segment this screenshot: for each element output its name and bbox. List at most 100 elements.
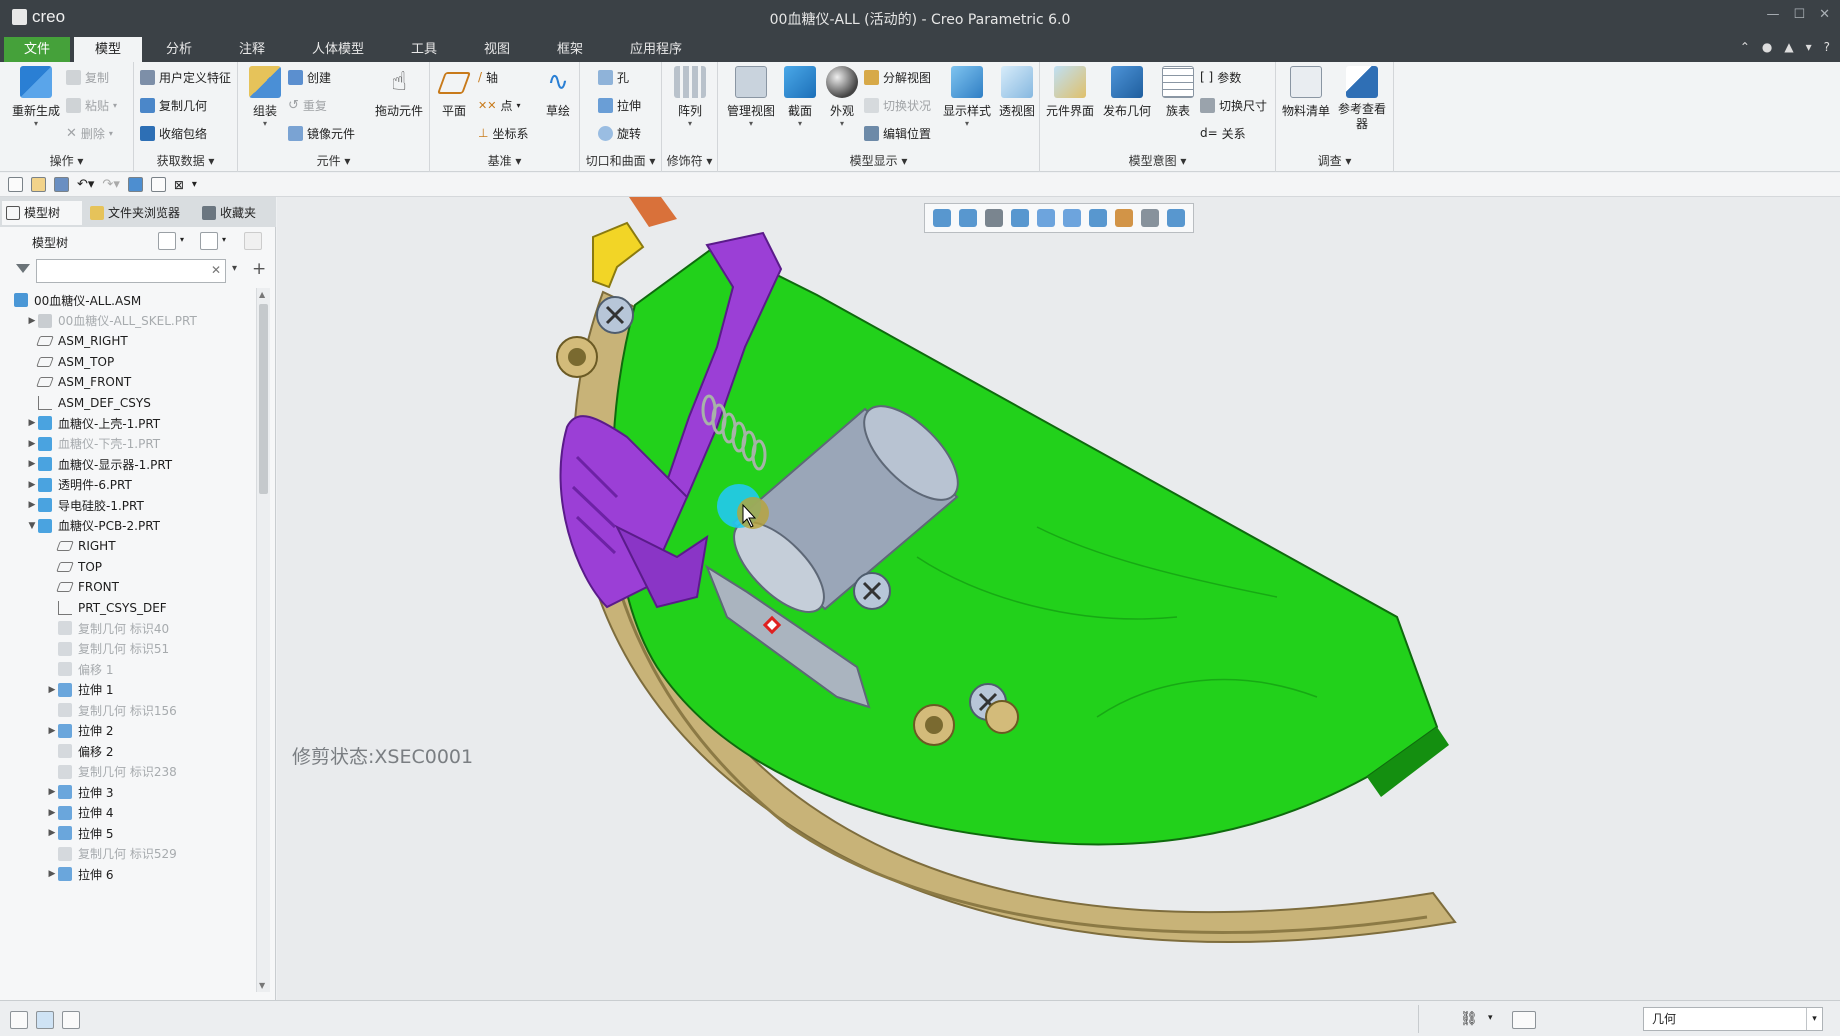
minimize-icon[interactable]: — [1766, 7, 1779, 22]
expand-toggle-icon[interactable]: ▼ [26, 521, 38, 531]
paste-button[interactable]: 粘贴 ▾ [66, 94, 117, 116]
switch-dimensions-button[interactable]: 切换尺寸 [1200, 94, 1267, 116]
point-button[interactable]: ✕✕ 点 ▾ [478, 94, 520, 116]
plane-button[interactable]: 平面 [434, 66, 474, 119]
toggle-navigator-icon[interactable] [10, 1011, 28, 1029]
chevron-down-icon[interactable]: ▾ [180, 235, 184, 244]
scroll-down-icon[interactable]: ▼ [259, 981, 265, 990]
selection-buffer-icon[interactable] [1512, 1011, 1536, 1029]
tab-framework[interactable]: 框架 [540, 37, 600, 62]
expand-toggle-icon[interactable]: ▶ [46, 869, 58, 879]
group-label-investigate[interactable]: 调查 ▾ [1276, 152, 1393, 169]
csys-button[interactable]: ⊥ 坐标系 [478, 122, 528, 144]
expand-toggle-icon[interactable]: ▶ [26, 480, 38, 490]
repaint-icon[interactable] [1011, 209, 1029, 227]
tree-item[interactable]: ▶ 拉伸 6 [0, 862, 256, 886]
annotation-display-icon[interactable] [1167, 209, 1185, 227]
appearance-button[interactable]: 外观 ▾ [822, 66, 862, 128]
open-folder-icon[interactable] [31, 177, 46, 192]
tab-model-tree[interactable]: 模型树 [2, 201, 82, 225]
mirror-component-button[interactable]: 镜像元件 [288, 122, 355, 144]
delete-button[interactable]: ✕ 删除 ▾ [66, 122, 113, 144]
view-manager-icon[interactable] [1089, 209, 1107, 227]
group-label-datum[interactable]: 基准 ▾ [430, 152, 579, 169]
group-label-cut-surface[interactable]: 切口和曲面 ▾ [580, 152, 661, 169]
chevron-down-icon[interactable]: ▾ [1488, 1013, 1493, 1023]
family-table-button[interactable]: 族表 [1158, 66, 1198, 119]
close-window-icon[interactable]: ⊠ [174, 178, 184, 192]
chevron-down-icon[interactable]: ▾ [222, 235, 226, 244]
new-file-icon[interactable] [8, 177, 23, 192]
udf-button[interactable]: 用户定义特征 [140, 66, 231, 88]
expand-toggle-icon[interactable]: ▶ [46, 787, 58, 797]
extrude-button[interactable]: 拉伸 [598, 94, 641, 116]
expand-toggle-icon[interactable]: ▶ [26, 316, 38, 326]
help-icon[interactable]: ? [1824, 40, 1830, 54]
tree-settings-icon[interactable] [158, 232, 176, 250]
zoom-in-icon[interactable] [933, 209, 951, 227]
clear-search-icon[interactable]: ✕ [211, 263, 221, 277]
expand-toggle-icon[interactable]: ▶ [26, 500, 38, 510]
perspective-button[interactable]: 透视图 [996, 66, 1038, 119]
edit-position-button[interactable]: 编辑位置 [864, 122, 931, 144]
group-label-modifiers[interactable]: 修饰符 ▾ [662, 152, 717, 169]
windows-icon[interactable] [150, 177, 166, 192]
axis-button[interactable]: / 轴 [478, 66, 498, 88]
explode-view-button[interactable]: 分解视图 [864, 66, 931, 88]
expand-toggle-icon[interactable]: ▶ [26, 459, 38, 469]
model-tree-scrollbar[interactable]: ▲ ▼ [256, 288, 270, 992]
collapse-ribbon-icon[interactable]: ⌃ [1740, 40, 1750, 54]
repeat-button[interactable]: ↺ 重复 [288, 94, 327, 116]
close-icon[interactable]: ✕ [1819, 7, 1830, 22]
spin-center-icon[interactable] [1141, 209, 1159, 227]
tab-folder-browser[interactable]: 文件夹浏览器 [86, 201, 194, 225]
relations-button[interactable]: d= 关系 [1200, 122, 1246, 144]
model-viewport[interactable] [277, 197, 1840, 1000]
assemble-button[interactable]: 组装 ▾ [242, 66, 288, 128]
expand-toggle-icon[interactable]: ▶ [46, 726, 58, 736]
tab-analysis[interactable]: 分析 [150, 37, 208, 62]
redo-icon[interactable]: ↷▾ [102, 177, 119, 192]
add-icon[interactable]: + [252, 259, 266, 279]
toggle-status-button[interactable]: 切换状况 [864, 94, 931, 116]
shrinkwrap-button[interactable]: 收缩包络 [140, 122, 207, 144]
find-icon[interactable]: ⛓ [1460, 1011, 1478, 1029]
drag-component-button[interactable]: ☝ 拖动元件 [370, 66, 428, 119]
save-icon[interactable] [54, 177, 69, 192]
expand-toggle-icon[interactable]: ▶ [46, 685, 58, 695]
copy-button[interactable]: 复制 [66, 66, 109, 88]
tree-search-input[interactable] [36, 259, 226, 283]
bom-button[interactable]: 物料清单 [1280, 66, 1332, 119]
group-label-model-display[interactable]: 模型显示 ▾ [718, 152, 1039, 169]
tab-file[interactable]: 文件 [4, 37, 70, 62]
component-interface-button[interactable]: 元件界面 [1044, 66, 1096, 119]
datum-display-icon[interactable] [1115, 209, 1133, 227]
search-options-icon[interactable]: ▾ [232, 263, 237, 274]
tab-model[interactable]: 模型 [74, 37, 142, 62]
refit-icon[interactable] [985, 209, 1003, 227]
expand-toggle-icon[interactable]: ▶ [26, 418, 38, 428]
group-label-get-data[interactable]: 获取数据 ▾ [134, 152, 237, 169]
tree-filter-toggle-icon[interactable] [244, 232, 262, 250]
tab-annotate[interactable]: 注释 [222, 37, 282, 62]
browser-icon[interactable] [36, 1011, 54, 1029]
publish-geometry-button[interactable]: 发布几何 [1100, 66, 1154, 119]
display-style-button[interactable]: 显示样式 ▾ [940, 66, 994, 128]
reference-viewer-button[interactable]: 参考查看器 [1334, 66, 1390, 132]
section-button[interactable]: 截面 ▾ [780, 66, 820, 128]
copy-geometry-button[interactable]: 复制几何 [140, 94, 207, 116]
create-component-button[interactable]: 创建 [288, 66, 331, 88]
group-label-component[interactable]: 元件 ▾ [238, 152, 429, 169]
expand-toggle-icon[interactable]: ▶ [26, 439, 38, 449]
scrollbar-thumb[interactable] [259, 304, 268, 494]
manage-views-button[interactable]: 管理视图 ▾ [724, 66, 778, 128]
sketch-button[interactable]: ∿ 草绘 [538, 66, 578, 119]
display-style-icon[interactable] [1063, 209, 1081, 227]
fullscreen-icon[interactable] [62, 1011, 80, 1029]
revolve-button[interactable]: 旋转 [598, 122, 641, 144]
parameters-button[interactable]: [ ] 参数 [1200, 66, 1241, 88]
graphics-window[interactable]: 修剪状态:XSEC0001 [277, 197, 1840, 1000]
chevron-down-icon[interactable]: ▾ [1806, 40, 1812, 54]
regenerate-button[interactable]: 重新生成 ▾ [8, 66, 64, 128]
regenerate-small-icon[interactable] [127, 177, 143, 192]
